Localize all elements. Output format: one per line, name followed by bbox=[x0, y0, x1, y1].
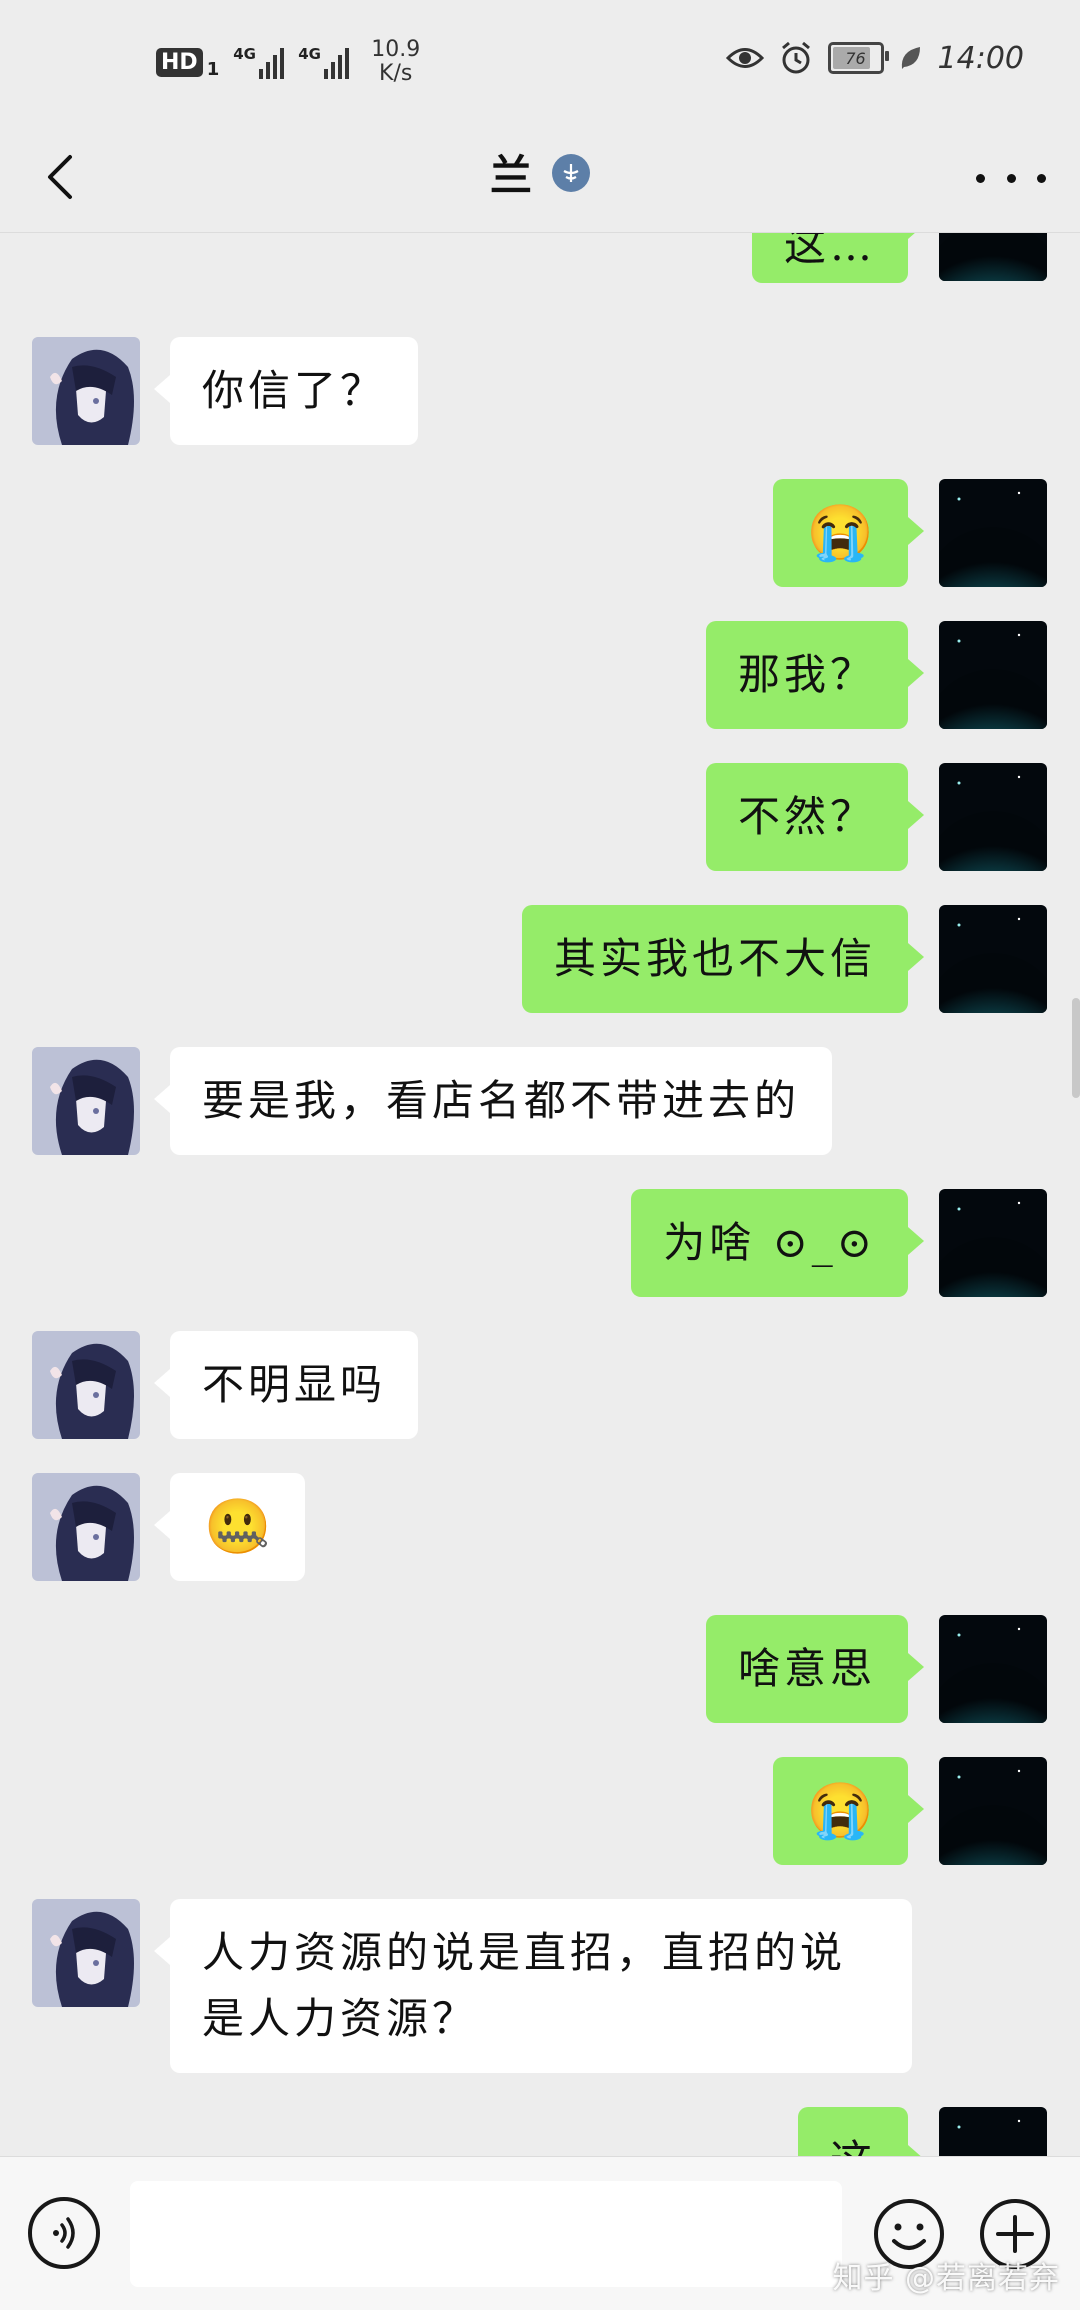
contact-avatar[interactable] bbox=[32, 1899, 140, 2007]
alarm-icon bbox=[781, 41, 810, 74]
leaf-icon bbox=[901, 47, 920, 69]
message-bubble[interactable]: 人力资源的说是直招，直招的说是人力资源？ bbox=[154, 1899, 912, 2073]
status-left: HD 1 4G 4G 10.9 K/s bbox=[156, 38, 420, 86]
message-bubble[interactable]: 你信了？ bbox=[153, 337, 419, 445]
my-avatar[interactable] bbox=[939, 905, 1047, 1013]
sim2-network-type: 4G bbox=[298, 45, 321, 63]
battery-level: 76 bbox=[845, 48, 866, 68]
message-bubble[interactable]: 不然？ bbox=[705, 763, 925, 871]
network-speed-value: 10.9 bbox=[371, 37, 421, 62]
contact-name: 兰 bbox=[489, 151, 532, 200]
sim1-network-type: 4G bbox=[233, 45, 256, 63]
my-avatar[interactable] bbox=[939, 763, 1047, 871]
battery-icon: 76 bbox=[827, 42, 889, 74]
hd-icon: HD bbox=[156, 47, 203, 77]
message-list[interactable]: 这… 你信了？ 😭 那我？ 不然？ 其实我也不大信 要是我，看店名都不带进去的 bbox=[0, 233, 1080, 2156]
status-right: 76 14:00 bbox=[725, 40, 1024, 76]
more-dots-icon bbox=[976, 173, 985, 183]
chat-title: 兰 bbox=[0, 142, 1080, 203]
my-avatar[interactable] bbox=[939, 1615, 1047, 1723]
my-avatar[interactable] bbox=[939, 1757, 1047, 1865]
contact-status-icon bbox=[552, 153, 590, 192]
my-avatar[interactable] bbox=[939, 621, 1047, 729]
sim1-signal-icon: 4G bbox=[233, 45, 285, 79]
message-bubble[interactable]: 这… bbox=[751, 233, 925, 283]
message-bubble[interactable]: 🤐 bbox=[153, 1473, 306, 1581]
my-avatar[interactable] bbox=[939, 2107, 1047, 2156]
network-speed: 10.9 K/s bbox=[371, 38, 420, 86]
contact-avatar[interactable] bbox=[32, 1473, 140, 1581]
contact-avatar[interactable] bbox=[32, 1047, 140, 1155]
chat-header: 兰 bbox=[0, 120, 1080, 233]
eye-icon bbox=[725, 48, 764, 68]
contact-avatar[interactable] bbox=[32, 1331, 140, 1439]
chat-screen: HD 1 4G 4G 10.9 K/s 76 14:00 兰 这… 你信了？ 😭… bbox=[0, 0, 1080, 2310]
message-bubble[interactable]: 为啥 ⊙_⊙ bbox=[631, 1189, 924, 1297]
message-bubble[interactable]: 那我？ bbox=[705, 621, 925, 729]
input-bar: 知乎 @若离若弃 bbox=[0, 2156, 1080, 2310]
message-bubble[interactable]: 😭 bbox=[772, 1757, 925, 1865]
voice-button[interactable] bbox=[28, 2197, 100, 2269]
hd-sim-number: 1 bbox=[206, 58, 220, 80]
message-bubble[interactable]: 啥意思 bbox=[705, 1615, 925, 1723]
message-bubble[interactable]: 这 bbox=[797, 2107, 925, 2156]
scrollbar[interactable] bbox=[1072, 998, 1080, 1098]
clock: 14:00 bbox=[937, 40, 1024, 76]
my-avatar[interactable] bbox=[939, 479, 1047, 587]
my-avatar[interactable] bbox=[939, 1189, 1047, 1297]
sim2-signal-icon: 4G bbox=[298, 45, 350, 79]
message-bubble[interactable]: 其实我也不大信 bbox=[521, 905, 925, 1013]
more-options-button[interactable] bbox=[976, 158, 1046, 198]
network-speed-unit: K/s bbox=[379, 61, 413, 86]
status-bar: HD 1 4G 4G 10.9 K/s 76 14:00 bbox=[0, 0, 1080, 120]
message-bubble[interactable]: 要是我，看店名都不带进去的 bbox=[153, 1047, 833, 1155]
message-bubble[interactable]: 不明显吗 bbox=[153, 1331, 419, 1439]
watermark: 知乎 @若离若弃 bbox=[832, 2261, 1060, 2296]
message-input[interactable] bbox=[130, 2181, 842, 2287]
message-bubble[interactable]: 😭 bbox=[772, 479, 925, 587]
my-avatar[interactable] bbox=[939, 233, 1047, 281]
contact-avatar[interactable] bbox=[32, 337, 140, 445]
voice-icon bbox=[53, 2217, 75, 2249]
